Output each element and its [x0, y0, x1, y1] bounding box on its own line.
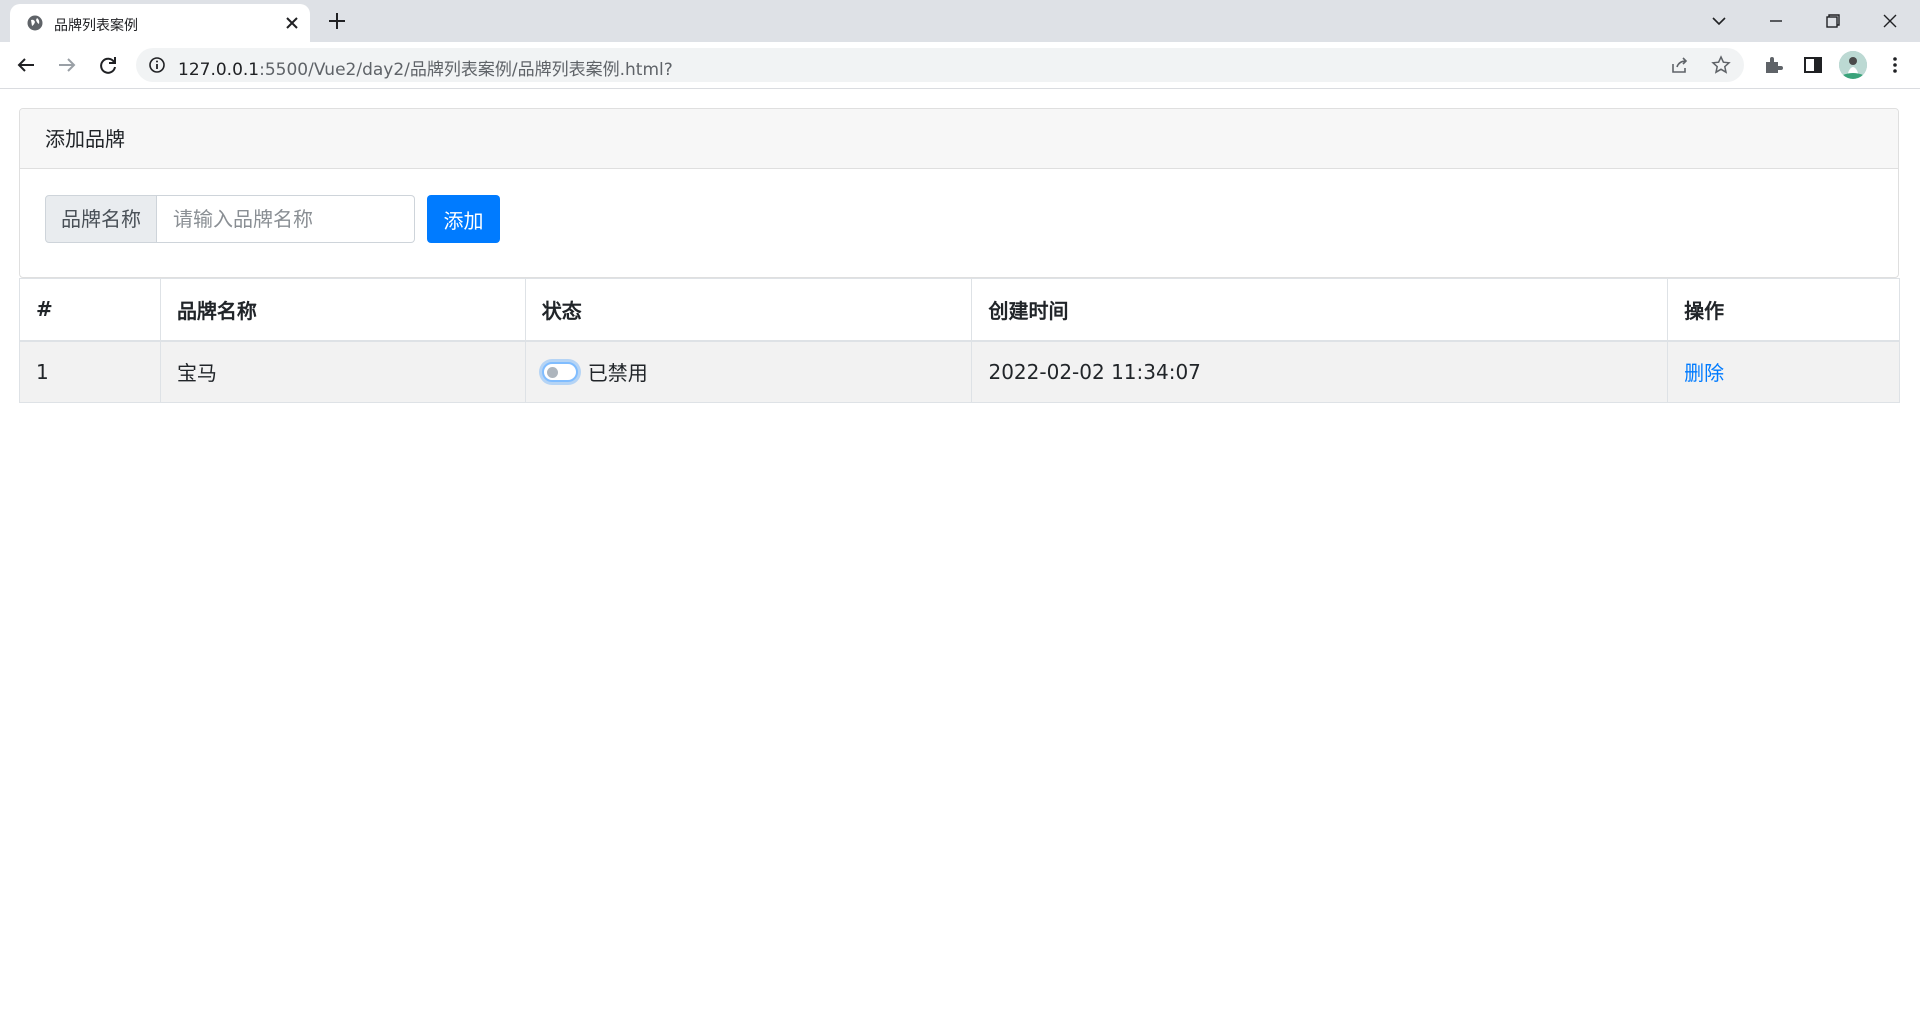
browser-toolbar: 127.0.0.1:5500/Vue2/day2/品牌列表案例/品牌列表案例.h…: [0, 42, 1920, 89]
brand-table: # 品牌名称 状态 创建时间 操作 1 宝马 已禁用 2022-02-02 11…: [19, 278, 1900, 403]
card-header: 添加品牌: [20, 109, 1898, 169]
row-created-time: 2022-02-02 11:34:07: [971, 340, 1669, 403]
column-header-index: #: [19, 278, 161, 342]
info-icon[interactable]: [148, 56, 166, 74]
close-tab-icon[interactable]: [282, 13, 302, 33]
minimize-icon[interactable]: [1763, 8, 1789, 34]
address-bar[interactable]: 127.0.0.1:5500/Vue2/day2/品牌列表案例/品牌列表案例.h…: [136, 48, 1744, 82]
globe-icon: [27, 15, 43, 31]
column-header-created-time: 创建时间: [971, 278, 1669, 342]
column-header-actions: 操作: [1667, 278, 1900, 342]
forward-icon[interactable]: [53, 51, 81, 79]
bookmark-star-icon[interactable]: [1711, 55, 1731, 75]
row-status-cell: 已禁用: [524, 340, 973, 403]
profile-avatar[interactable]: [1839, 51, 1867, 79]
delete-link[interactable]: 删除: [1684, 361, 1724, 385]
brand-name-label: 品牌名称: [45, 195, 157, 243]
url-host: 127.0.0.1: [178, 60, 260, 80]
profile-picture-icon: [1839, 51, 1867, 79]
tab-title: 品牌列表案例: [54, 18, 138, 34]
more-menu-icon[interactable]: [1884, 54, 1906, 76]
browser-tab[interactable]: 品牌列表案例: [10, 4, 310, 42]
switch-knob: [546, 366, 558, 378]
back-icon[interactable]: [12, 51, 40, 79]
row-brand-name: 宝马: [159, 340, 526, 403]
add-brand-card: 添加品牌 品牌名称 添加: [19, 108, 1899, 278]
restore-icon[interactable]: [1820, 8, 1846, 34]
url-path: :5500/Vue2/day2/品牌列表案例/品牌列表案例.html?: [259, 60, 673, 80]
column-header-status: 状态: [524, 278, 973, 342]
tab-search-icon[interactable]: [1706, 8, 1732, 34]
new-tab-icon[interactable]: [326, 10, 348, 32]
share-icon[interactable]: [1670, 55, 1690, 75]
row-actions-cell: 删除: [1667, 340, 1900, 403]
status-control: 已禁用: [541, 357, 956, 386]
brand-name-input[interactable]: [157, 195, 415, 243]
extensions-puzzle-icon[interactable]: [1762, 54, 1784, 76]
status-label: 已禁用: [587, 361, 648, 386]
table-row: 1 宝马 已禁用 2022-02-02 11:34:07 删除: [19, 340, 1900, 403]
url-text[interactable]: 127.0.0.1:5500/Vue2/day2/品牌列表案例/品牌列表案例.h…: [178, 55, 673, 80]
add-button[interactable]: 添加: [427, 195, 500, 243]
table-header-row: # 品牌名称 状态 创建时间 操作: [19, 278, 1900, 342]
brand-name-input-group: 品牌名称: [45, 195, 415, 243]
browser-tab-strip: 品牌列表案例: [0, 0, 1920, 42]
side-panel-icon[interactable]: [1802, 54, 1824, 76]
row-index: 1: [19, 340, 161, 403]
close-window-icon[interactable]: [1877, 8, 1903, 34]
status-toggle-switch[interactable]: [541, 361, 578, 382]
reload-icon[interactable]: [94, 51, 122, 79]
column-header-brand-name: 品牌名称: [159, 278, 526, 342]
